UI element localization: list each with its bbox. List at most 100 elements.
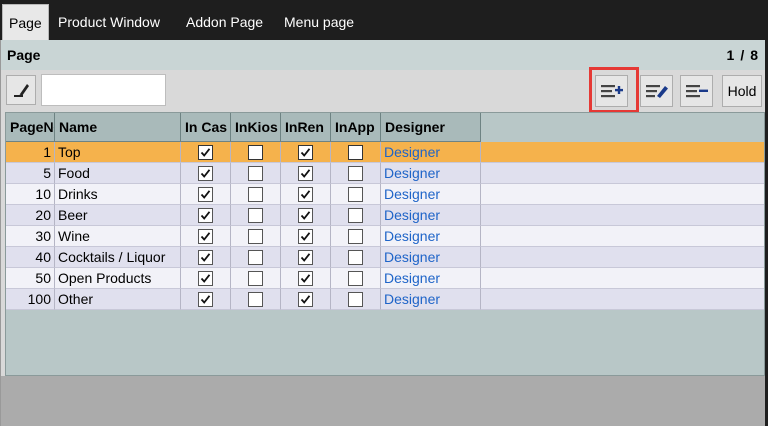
footer-area — [1, 376, 766, 426]
table-row[interactable]: 100 Other Designer — [6, 289, 764, 310]
checkmark-icon — [200, 231, 211, 241]
in-cash-checkbox[interactable] — [198, 144, 213, 160]
hold-button[interactable]: Hold — [722, 75, 762, 107]
edit-line-button[interactable] — [640, 75, 673, 107]
checkmark-icon — [300, 294, 311, 304]
in-ren-checkbox[interactable] — [298, 207, 313, 223]
table-row[interactable]: 30 Wine Designer — [6, 226, 764, 247]
designer-link[interactable]: Designer — [384, 207, 440, 223]
page-number-cell: 1 — [6, 142, 55, 163]
row-filler — [481, 247, 764, 268]
column-header-in-cash[interactable]: In Cas — [181, 113, 231, 142]
in-ren-checkbox[interactable] — [298, 144, 313, 160]
name-cell: Top — [55, 142, 181, 163]
in-app-checkbox[interactable] — [348, 291, 363, 307]
checkmark-icon — [200, 168, 211, 178]
in-app-checkbox[interactable] — [348, 249, 363, 265]
in-cash-checkbox[interactable] — [198, 228, 213, 244]
in-ren-checkbox[interactable] — [298, 249, 313, 265]
in-ren-checkbox[interactable] — [298, 228, 313, 244]
page-number-cell: 40 — [6, 247, 55, 268]
designer-cell: Designer — [381, 205, 481, 226]
in-app-checkbox[interactable] — [348, 165, 363, 181]
name-cell: Food — [55, 163, 181, 184]
designer-link[interactable]: Designer — [384, 165, 440, 181]
checkmark-icon — [300, 252, 311, 262]
in-kiosk-checkbox[interactable] — [248, 144, 263, 160]
in-app-checkbox-cell — [331, 142, 381, 163]
in-kiosk-checkbox[interactable] — [248, 165, 263, 181]
in-kiosk-checkbox[interactable] — [248, 207, 263, 223]
in-kiosk-checkbox[interactable] — [248, 186, 263, 202]
checkmark-icon — [200, 210, 211, 220]
in-ren-checkbox-cell — [281, 205, 331, 226]
designer-link[interactable]: Designer — [384, 291, 440, 307]
in-ren-checkbox[interactable] — [298, 291, 313, 307]
column-header-page-number[interactable]: Page№ — [6, 113, 55, 142]
page-number-cell: 50 — [6, 268, 55, 289]
row-filler — [481, 226, 764, 247]
in-cash-checkbox[interactable] — [198, 270, 213, 286]
in-cash-checkbox-cell — [181, 163, 231, 184]
in-cash-checkbox[interactable] — [198, 186, 213, 202]
in-kiosk-checkbox-cell — [231, 205, 281, 226]
name-cell: Drinks — [55, 184, 181, 205]
designer-link[interactable]: Designer — [384, 144, 440, 160]
in-ren-checkbox[interactable] — [298, 270, 313, 286]
name-cell: Beer — [55, 205, 181, 226]
in-ren-checkbox[interactable] — [298, 165, 313, 181]
in-kiosk-checkbox-cell — [231, 268, 281, 289]
in-cash-checkbox[interactable] — [198, 165, 213, 181]
in-ren-checkbox-cell — [281, 247, 331, 268]
in-kiosk-checkbox[interactable] — [248, 270, 263, 286]
in-app-checkbox[interactable] — [348, 207, 363, 223]
column-header-in-app[interactable]: InApp — [331, 113, 381, 142]
tab-addon-page[interactable]: Addon Page — [180, 6, 269, 38]
column-header-name[interactable]: Name — [55, 113, 181, 142]
table-row[interactable]: 50 Open Products Designer — [6, 268, 764, 289]
pager-total: 8 — [750, 47, 758, 63]
table-row[interactable]: 20 Beer Designer — [6, 205, 764, 226]
checkmark-icon — [300, 231, 311, 241]
in-kiosk-checkbox[interactable] — [248, 291, 263, 307]
in-cash-checkbox-cell — [181, 142, 231, 163]
table-row[interactable]: 1 Top Designer — [6, 142, 764, 163]
column-header-in-ren[interactable]: InRen — [281, 113, 331, 142]
in-ren-checkbox[interactable] — [298, 186, 313, 202]
column-header-in-kiosk[interactable]: InKios — [231, 113, 281, 142]
in-cash-checkbox[interactable] — [198, 291, 213, 307]
row-filler — [481, 205, 764, 226]
in-cash-checkbox[interactable] — [198, 207, 213, 223]
page-title: Page — [7, 47, 41, 63]
remove-line-button[interactable] — [680, 75, 713, 107]
page-number-cell: 20 — [6, 205, 55, 226]
designer-link[interactable]: Designer — [384, 228, 440, 244]
in-app-checkbox[interactable] — [348, 270, 363, 286]
row-filler — [481, 142, 764, 163]
table-row[interactable]: 40 Cocktails / Liquor Designer — [6, 247, 764, 268]
in-app-checkbox[interactable] — [348, 186, 363, 202]
designer-cell: Designer — [381, 268, 481, 289]
in-kiosk-checkbox[interactable] — [248, 249, 263, 265]
in-cash-checkbox[interactable] — [198, 249, 213, 265]
tab-product-window[interactable]: Product Window — [52, 6, 166, 38]
in-ren-checkbox-cell — [281, 289, 331, 310]
in-app-checkbox[interactable] — [348, 228, 363, 244]
tab-menu-page[interactable]: Menu page — [278, 6, 360, 38]
in-app-checkbox-cell — [331, 268, 381, 289]
search-input[interactable] — [41, 74, 166, 106]
column-header-designer[interactable]: Designer — [381, 113, 481, 142]
in-app-checkbox-cell — [331, 163, 381, 184]
in-app-checkbox[interactable] — [348, 144, 363, 160]
edit-line-icon — [645, 85, 668, 98]
checkmark-icon — [300, 147, 311, 157]
table-row[interactable]: 10 Drinks Designer — [6, 184, 764, 205]
pager-current: 1 — [726, 47, 735, 63]
edit-button[interactable] — [6, 75, 36, 105]
designer-link[interactable]: Designer — [384, 270, 440, 286]
designer-link[interactable]: Designer — [384, 186, 440, 202]
designer-link[interactable]: Designer — [384, 249, 440, 265]
table-row[interactable]: 5 Food Designer — [6, 163, 764, 184]
in-kiosk-checkbox[interactable] — [248, 228, 263, 244]
tab-page[interactable]: Page — [2, 4, 49, 40]
